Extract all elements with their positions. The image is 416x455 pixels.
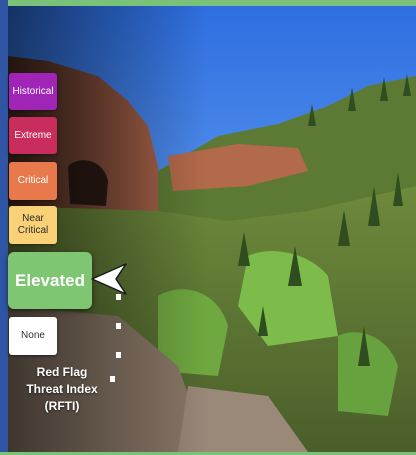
level-near-critical: Near Critical bbox=[9, 206, 57, 244]
dotted-connector bbox=[110, 294, 121, 382]
level-critical-label: Critical bbox=[17, 175, 49, 186]
level-historical: Historical bbox=[9, 73, 57, 110]
level-elevated-current: Elevated bbox=[8, 252, 92, 309]
level-extreme-label: Extreme bbox=[14, 129, 52, 141]
level-none: None bbox=[9, 317, 57, 355]
level-historical-label: Historical bbox=[12, 85, 54, 97]
level-none-label: None bbox=[21, 330, 45, 341]
rfti-caption: Red Flag Threat Index (RFTI) bbox=[26, 365, 98, 413]
level-elevated-label: Elevated bbox=[15, 270, 85, 290]
level-near-critical-label: Near Critical bbox=[17, 213, 49, 236]
level-critical: Critical bbox=[9, 162, 57, 200]
left-accent-bar bbox=[0, 0, 8, 455]
level-extreme: Extreme bbox=[9, 117, 57, 154]
rfti-graphic: Historical Extreme Critical Near Critica… bbox=[0, 0, 416, 455]
